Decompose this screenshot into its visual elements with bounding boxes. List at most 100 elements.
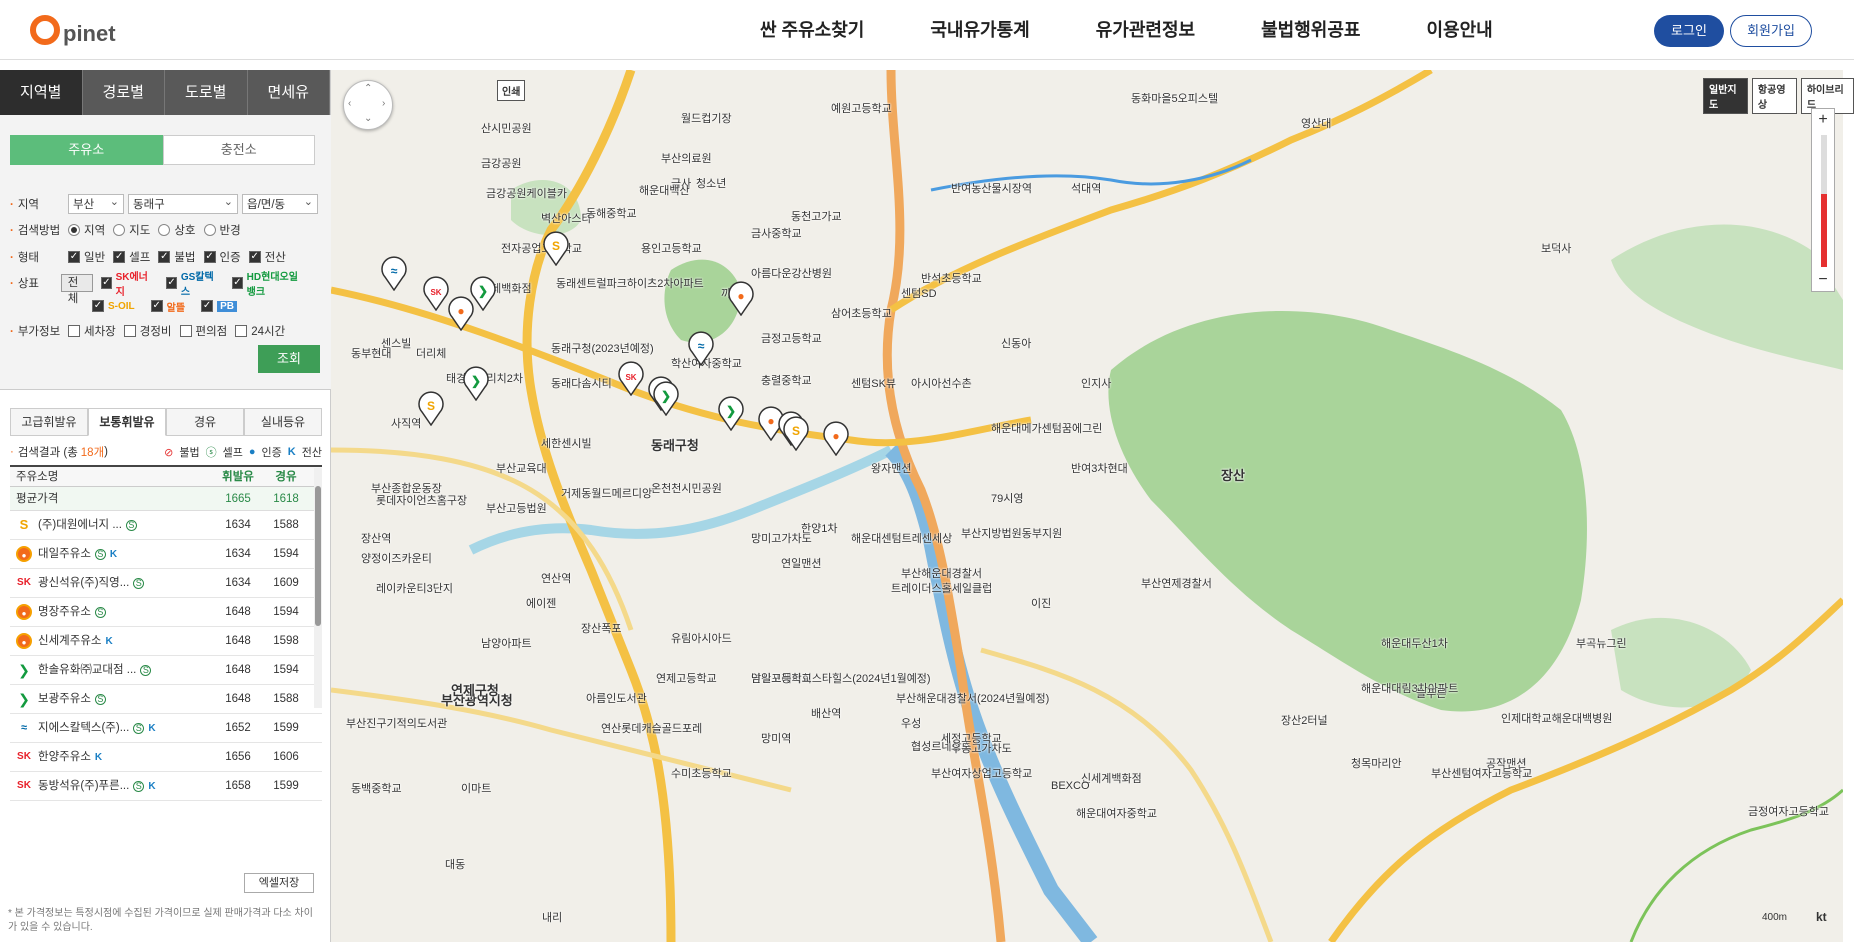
nav-guide[interactable]: 이용안내 — [1426, 0, 1492, 60]
map-place-label[interactable]: 인지사 — [1081, 375, 1111, 391]
map-place-label[interactable]: 부산고등법원 — [486, 500, 547, 516]
join-button[interactable]: 회원가입 — [1730, 15, 1812, 47]
map-place-label[interactable]: 금강공원 — [481, 155, 521, 171]
tab-road[interactable]: 도로별 — [165, 70, 248, 115]
check-carwash[interactable]: 세차장 — [68, 323, 116, 339]
map-place-label[interactable]: 늘푸른 — [1416, 685, 1446, 701]
station-name[interactable]: 신세계주유소 — [38, 627, 101, 655]
map-place-label[interactable]: 트레이더스홀세일클럽 — [891, 580, 992, 596]
map-place-label[interactable]: 반석초등학교 — [921, 270, 982, 286]
map-place-label[interactable]: 연산롯데캐슬골드포레 — [601, 720, 702, 736]
map-pan-control[interactable]: ⌃ ⌄ ‹ › — [343, 80, 393, 130]
map-place-label[interactable]: 동백중학교 — [351, 780, 402, 796]
table-row[interactable]: ● 대일주유소 S K 1634 1594 — [10, 540, 322, 569]
map-place-label[interactable]: 동래구청 — [651, 435, 699, 454]
map-place-label[interactable]: 장산 — [1221, 465, 1245, 484]
table-row[interactable]: ● 명장주유소 S 1648 1594 — [10, 598, 322, 627]
check-store[interactable]: 편의점 — [179, 323, 227, 339]
map-canvas[interactable]: 금강공원 금강공원케이블카 벽산아스타 동해중학교 용인고등학교 금사중학교 동천고가교 예원… — [331, 70, 1843, 942]
map-place-label[interactable]: 센텀SD — [901, 285, 937, 301]
station-name-cell[interactable]: ● 신세계주유소 K — [10, 627, 214, 655]
map-type-aerial[interactable]: 항공영상 — [1751, 78, 1797, 114]
map-place-label[interactable]: 유림아시아드 — [671, 630, 732, 646]
nav-price-info[interactable]: 유가관련정보 — [1096, 0, 1195, 60]
map-place-label[interactable]: 신세계백화점 — [1081, 770, 1142, 786]
map-place-label[interactable]: 아름다운강산병원 — [751, 265, 832, 281]
table-row[interactable]: ❯ 한솔유화㈜교대점 ... S 1648 1594 — [10, 656, 322, 685]
check-brand-gs[interactable]: ✓ GS칼텍스 — [166, 268, 224, 298]
map-place-label[interactable]: 망미역 — [761, 730, 791, 746]
map-place-label[interactable]: 해운대백산 — [639, 182, 690, 198]
map-place-label[interactable]: 남양아파트 — [481, 635, 532, 651]
zoom-out-button[interactable]: − — [1812, 269, 1834, 291]
station-marker[interactable]: S — [541, 230, 571, 266]
map-place-label[interactable]: 부산진구기적의도서관 — [346, 715, 447, 731]
map-place-label[interactable]: 동래구청(2023년예정) — [551, 340, 654, 356]
table-row[interactable]: ❯ 보광주유소 S 1648 1588 — [10, 685, 322, 714]
map-place-label[interactable]: 부산교육대 — [496, 460, 547, 476]
map-place-label[interactable]: 에이젠 — [526, 595, 556, 611]
map-place-label[interactable]: 연산역 — [541, 570, 571, 586]
map-place-label[interactable]: 동래센트럴파크하이츠2차아파트 — [556, 275, 704, 291]
map-place-label[interactable]: 부산연제경찰서 — [1141, 575, 1212, 591]
station-name[interactable]: 지에스칼텍스(주)... — [38, 714, 129, 742]
map-place-label[interactable]: 부산해운대경찰서 — [901, 565, 982, 581]
map-place-label[interactable]: 양정이즈카운티 — [361, 550, 432, 566]
station-marker[interactable]: ≈ — [379, 255, 409, 291]
station-name[interactable]: 보광주유소 — [38, 685, 91, 713]
map-place-label[interactable]: 왕자맨션 — [871, 460, 911, 476]
tab-kerosene[interactable]: 실내등유 — [244, 408, 322, 436]
pan-right-icon[interactable]: › — [382, 98, 385, 109]
map-place-label[interactable]: 연제구청 — [451, 680, 499, 699]
station-name[interactable]: 한양주유소 — [38, 743, 91, 771]
zoom-in-button[interactable]: + — [1812, 109, 1834, 131]
map-type-normal[interactable]: 일반지도 — [1703, 78, 1748, 114]
map-place-label[interactable]: 세정고등학교 — [941, 730, 1002, 746]
table-row[interactable]: SK 동방석유(주)푸른... S K 1658 1599 — [10, 772, 322, 801]
station-name[interactable]: 명장주유소 — [38, 598, 91, 626]
map-place-label[interactable]: 산시민공원 — [481, 120, 532, 136]
map-place-label[interactable]: 수미초등학교 — [671, 765, 732, 781]
print-button[interactable]: 인쇄 — [497, 80, 526, 101]
station-name[interactable]: 동방석유(주)푸른... — [38, 772, 129, 800]
map-place-label[interactable]: 아시아선수촌 — [911, 375, 972, 391]
map-place-label[interactable]: 세한센시빌 — [541, 435, 592, 451]
station-name[interactable]: 광신석유(주)직영... — [38, 569, 129, 597]
map-place-label[interactable]: 청소년 — [696, 175, 726, 191]
station-name[interactable]: (주)대원에너지 ... — [38, 511, 122, 539]
map-place-label[interactable]: 79시영 — [991, 490, 1023, 506]
station-marker[interactable]: ● — [821, 420, 851, 456]
map-place-label[interactable]: 해운대두산1차 — [1381, 635, 1448, 651]
map-place-label[interactable]: 부산여자상업고등학교 — [931, 765, 1032, 781]
station-name-cell[interactable]: ● 명장주유소 S — [10, 598, 214, 626]
check-brand-hd[interactable]: ✓ HD현대오일뱅크 — [232, 268, 314, 298]
station-marker[interactable]: ≈ — [686, 330, 716, 366]
station-name-cell[interactable]: SK 한양주유소 K — [10, 743, 214, 771]
table-scrollbar[interactable] — [314, 468, 322, 708]
map-place-label[interactable]: 금정고등학교 — [761, 330, 822, 346]
radio-name[interactable]: 상호 — [158, 222, 196, 238]
map-place-label[interactable]: 레이카운티3단지 — [376, 580, 453, 596]
map-place-label[interactable]: 동래다솜시티 — [551, 375, 612, 391]
station-marker[interactable]: ● — [726, 280, 756, 316]
map-place-label[interactable]: BEXCO — [1051, 780, 1090, 792]
station-name[interactable]: 대일주유소 — [38, 540, 91, 568]
pan-up-icon[interactable]: ⌃ — [364, 83, 372, 94]
sigungu-select[interactable]: 동래구 — [128, 194, 238, 214]
map-place-label[interactable]: 벽산아스타 — [541, 210, 592, 226]
map-place-label[interactable]: 해운대여자중학교 — [1076, 805, 1157, 821]
station-name[interactable]: 한솔유화㈜교대점 ... — [38, 656, 136, 684]
table-row[interactable]: S (주)대원에너지 ... S 1634 1588 — [10, 511, 322, 540]
map-place-label[interactable]: 금사중학교 — [751, 225, 802, 241]
map-place-label[interactable]: 반여3차현대 — [1071, 460, 1128, 476]
map-place-label[interactable]: 대동 — [445, 856, 465, 872]
map-place-label[interactable]: 내리 — [542, 909, 562, 925]
map-place-label[interactable]: 신동아 — [1001, 335, 1031, 351]
opinet-logo[interactable]: pinet — [30, 10, 116, 50]
map-place-label[interactable]: 월드컵기장 — [681, 110, 732, 126]
map-place-label[interactable]: 동해중학교 — [586, 205, 637, 221]
check-brand-alddeul[interactable]: ✓ 알뜰 — [150, 299, 193, 314]
map-place-label[interactable]: 장산역 — [361, 530, 391, 546]
station-name-cell[interactable]: SK 동방석유(주)푸른... S K — [10, 772, 214, 800]
map-place-label[interactable]: 충렬중학교 — [761, 372, 812, 388]
